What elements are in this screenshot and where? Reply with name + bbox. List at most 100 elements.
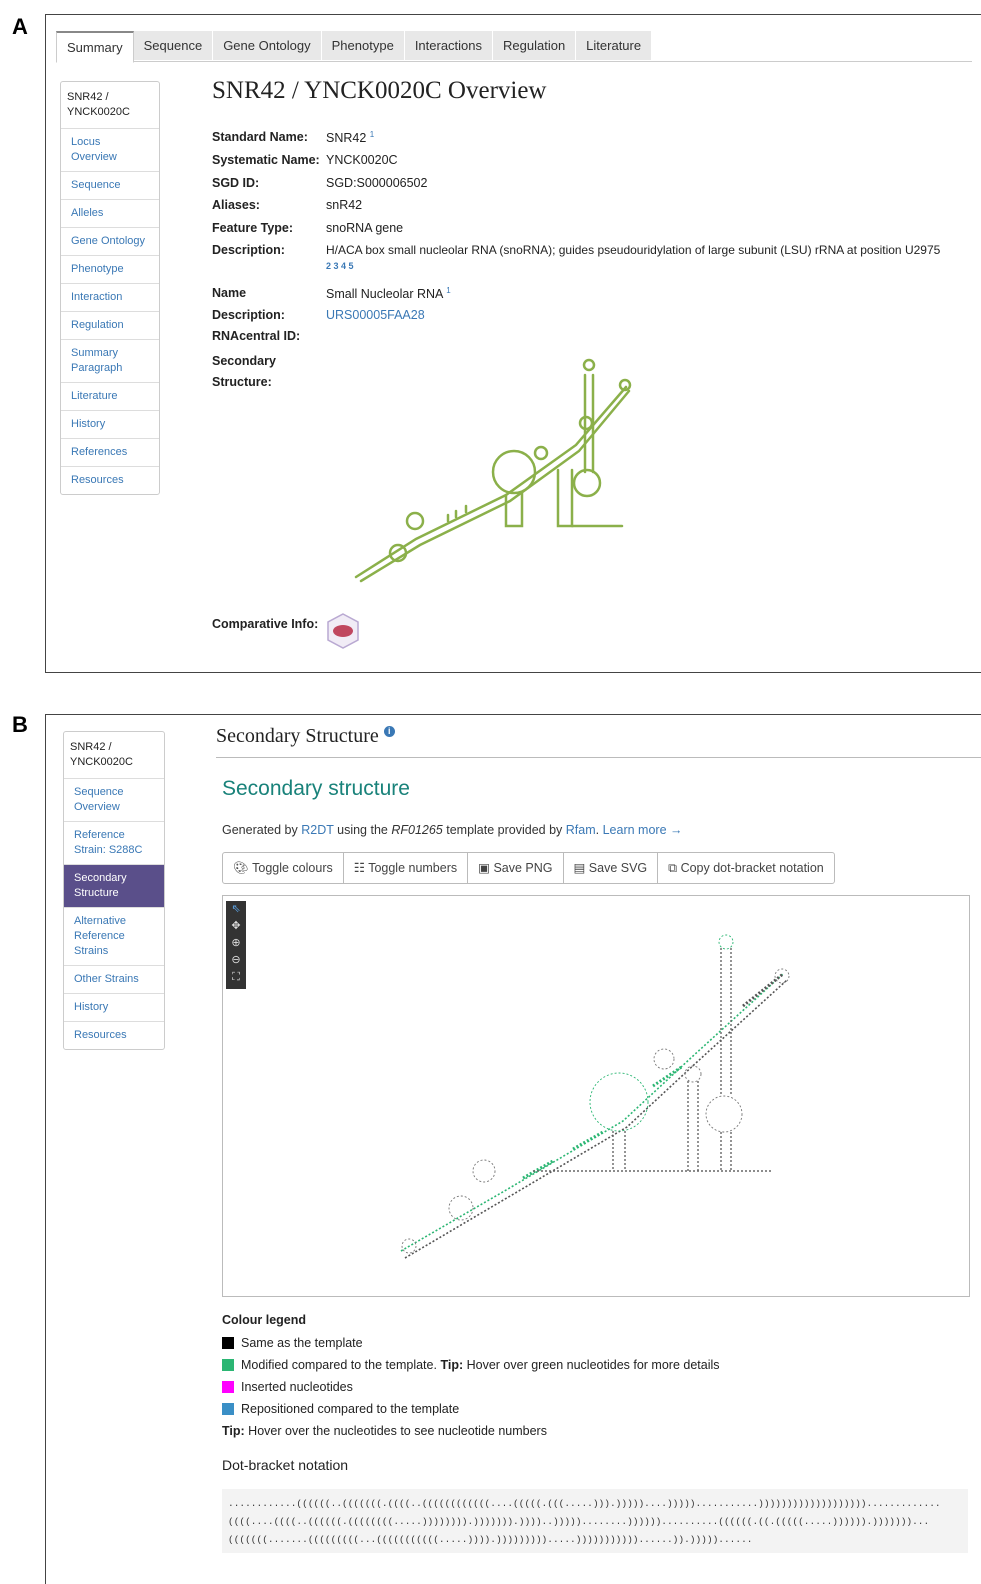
section-title: Secondary Structure i: [216, 725, 395, 748]
sidebar-item-phenotype[interactable]: Phenotype: [61, 256, 159, 284]
tab-bar: Summary Sequence Gene Ontology Phenotype…: [56, 31, 972, 63]
description-label: Description:: [212, 243, 285, 257]
zoom-in-icon[interactable]: ⊕: [226, 935, 246, 952]
save-png-button[interactable]: ▣ Save PNG: [468, 853, 564, 883]
dot-bracket-title: Dot-bracket notation: [222, 1457, 349, 1473]
sidebar-item-alleles[interactable]: Alleles: [61, 200, 159, 228]
zoom-out-icon[interactable]: ⊖: [226, 952, 246, 969]
tab-literature[interactable]: Literature: [576, 31, 653, 60]
secondary-structure-thumbnail: [354, 358, 632, 583]
name-value: Small Nucleolar RNA: [326, 287, 443, 302]
legend-tip: Tip: Hover over the nucleotides to see n…: [222, 1420, 720, 1442]
comparative-info-label: Comparative Info:: [212, 617, 319, 631]
legend-swatch-green: [222, 1359, 234, 1371]
tip-label: Tip:: [222, 1424, 245, 1438]
standard-name-value: SNR42: [326, 131, 367, 146]
sidebar-item-resources[interactable]: Resources: [64, 1022, 164, 1049]
sidebar-item-sequence-overview[interactable]: Sequence Overview: [64, 779, 164, 822]
tab-regulation[interactable]: Regulation: [493, 31, 577, 60]
copy-icon: ⧉: [668, 861, 681, 875]
sidebar-item-regulation[interactable]: Regulation: [61, 312, 159, 340]
copy-dot-bracket-button[interactable]: ⧉ Copy dot-bracket notation: [658, 853, 834, 883]
legend-label: Inserted nucleotides: [241, 1380, 353, 1394]
sidebar-item-summary-paragraph[interactable]: Summary Paragraph: [61, 340, 159, 383]
legend-swatch-magenta: [222, 1381, 234, 1393]
copy-dot-bracket-label: Copy dot-bracket notation: [680, 861, 824, 875]
sidebar-item-history[interactable]: History: [61, 411, 159, 439]
sidebar-item-locus-overview[interactable]: Locus Overview: [61, 129, 159, 172]
sidebar-item-literature[interactable]: Literature: [61, 383, 159, 411]
save-svg-label: Save SVG: [588, 861, 648, 875]
tab-summary[interactable]: Summary: [56, 31, 134, 63]
comparative-info-icon[interactable]: [325, 612, 361, 650]
legend-label: Same as the template: [241, 1336, 363, 1350]
tip-label: Tip:: [440, 1358, 464, 1372]
sidebar-item-resources[interactable]: Resources: [61, 467, 159, 494]
sidebar-item-other-strains[interactable]: Other Strains: [64, 966, 164, 994]
tip-text: Hover over the nucleotides to see nucleo…: [248, 1424, 547, 1438]
tab-gene-ontology[interactable]: Gene Ontology: [213, 31, 322, 60]
dot-bracket-line: ............((((((..(((((((.((((..((((((…: [228, 1498, 941, 1509]
tab-phenotype[interactable]: Phenotype: [321, 31, 405, 60]
aliases-label: Aliases:: [212, 198, 260, 212]
save-svg-button[interactable]: ▤ Save SVG: [564, 853, 659, 883]
legend-item: Same as the template: [222, 1332, 720, 1354]
sidebar-item-alternative-reference-strains[interactable]: Alternative Reference Strains: [64, 908, 164, 966]
legend-item: Inserted nucleotides: [222, 1376, 720, 1398]
sidenav-header: SNR42 / YNCK0020C: [64, 732, 164, 779]
info-icon[interactable]: i: [383, 726, 395, 738]
locus-sidenav: SNR42 / YNCK0020C Locus Overview Sequenc…: [60, 81, 160, 495]
description-references[interactable]: 2 3 4 5: [326, 261, 354, 271]
learn-more-link[interactable]: Learn more →: [603, 823, 683, 837]
secondary-structure-diagram: [400, 934, 790, 1259]
r2dt-heading: Secondary structure: [222, 777, 410, 800]
toggle-numbers-label: Toggle numbers: [368, 861, 458, 875]
dot-bracket-line: (((((((.......(((((((((...(((((((((((...…: [228, 1534, 753, 1545]
tab-interactions[interactable]: Interactions: [404, 31, 494, 60]
sidebar-item-history[interactable]: History: [64, 994, 164, 1022]
pan-icon[interactable]: ✥: [226, 918, 246, 935]
generated-post: .: [595, 823, 603, 837]
systematic-name-label: Systematic Name:: [212, 153, 320, 167]
legend-label: Repositioned compared to the template: [241, 1402, 460, 1416]
sidebar-item-secondary-structure[interactable]: Secondary Structure: [64, 865, 164, 908]
name-label: Name: [212, 286, 247, 300]
description-value: H/ACA box small nucleolar RNA (snoRNA); …: [326, 243, 941, 257]
generated-mid: using the: [333, 823, 392, 837]
structure-viewer[interactable]: ⇖ ✥ ⊕ ⊖ ⛶: [222, 895, 970, 1297]
sidebar-item-reference-strain[interactable]: Reference Strain: S288C: [64, 822, 164, 865]
pointer-icon[interactable]: ⇖: [226, 901, 246, 918]
legend-title: Colour legend: [222, 1313, 307, 1327]
secondary-structure-label: Secondary Structure:: [212, 354, 276, 389]
sgd-id-value: SGD:S000006502: [326, 176, 428, 190]
tab-sequence[interactable]: Sequence: [133, 31, 214, 60]
template-name: RF01265: [391, 823, 443, 837]
panel-b-secondary-structure: SNR42 / YNCK0020C Sequence Overview Refe…: [45, 714, 981, 1584]
legend-swatch-blue: [222, 1403, 234, 1415]
reference-link[interactable]: 1: [370, 130, 374, 139]
dot-bracket-box[interactable]: ............((((((..(((((((.((((..((((((…: [222, 1489, 968, 1553]
structure-toolbar: 🎨︎ Toggle colours ☷ Toggle numbers ▣ Sav…: [222, 852, 835, 884]
rfam-link[interactable]: Rfam: [566, 823, 596, 837]
systematic-name-value: YNCK0020C: [326, 153, 398, 167]
sidebar-item-sequence[interactable]: Sequence: [61, 172, 159, 200]
save-png-label: Save PNG: [493, 861, 553, 875]
legend-item: Repositioned compared to the template: [222, 1398, 720, 1420]
panel-a-letter: A: [12, 14, 28, 39]
sidebar-item-interaction[interactable]: Interaction: [61, 284, 159, 312]
legend-label: Modified compared to the template.: [241, 1358, 437, 1372]
sidebar-item-references[interactable]: References: [61, 439, 159, 467]
rnacentral-label: RNAcentral ID:: [212, 329, 301, 343]
image-icon: ▣: [478, 861, 494, 875]
colour-legend: Colour legend Same as the template Modif…: [222, 1313, 720, 1442]
section-title-text: Secondary Structure: [216, 725, 379, 747]
r2dt-link[interactable]: R2DT: [301, 823, 333, 837]
rnacentral-link[interactable]: URS00005FAA28: [326, 308, 425, 322]
toggle-numbers-button[interactable]: ☷ Toggle numbers: [344, 853, 469, 883]
name-reference-link[interactable]: 1: [446, 286, 450, 295]
toggle-colours-button[interactable]: 🎨︎ Toggle colours: [223, 853, 344, 883]
sidebar-item-gene-ontology[interactable]: Gene Ontology: [61, 228, 159, 256]
tip-text: Hover over green nucleotides for more de…: [466, 1358, 720, 1372]
panel-a-overview: Summary Sequence Gene Ontology Phenotype…: [45, 14, 981, 673]
fit-icon[interactable]: ⛶: [226, 969, 246, 986]
